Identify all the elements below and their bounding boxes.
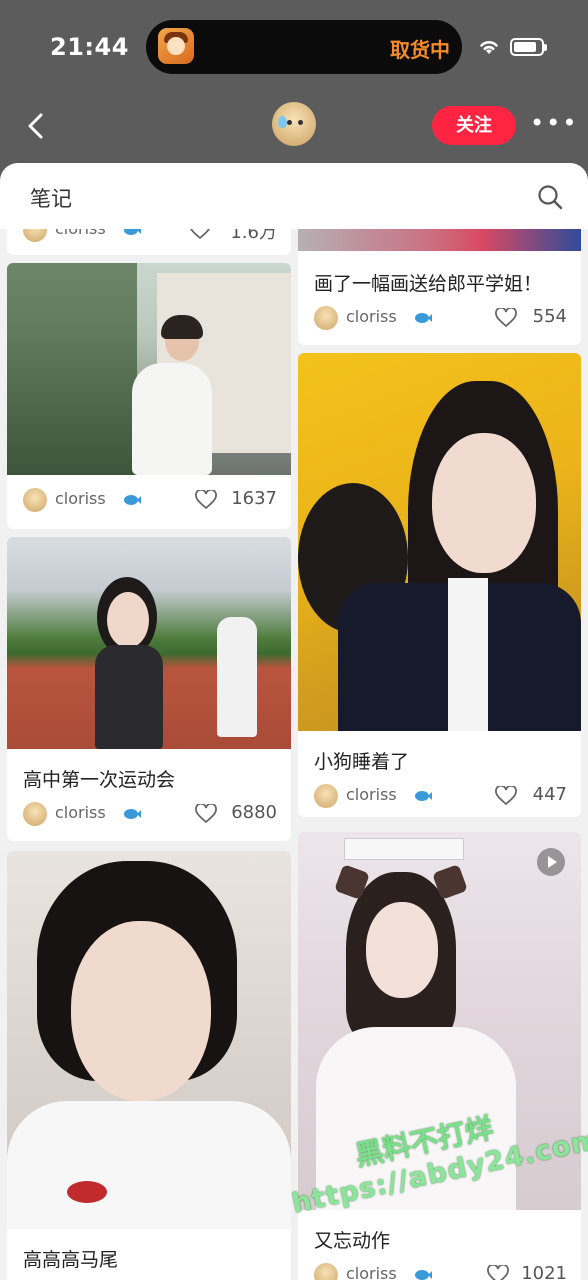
fish-icon — [124, 495, 141, 505]
app-icon[interactable] — [158, 28, 194, 64]
like-count: 6880 — [231, 802, 277, 823]
note-cover-image — [7, 537, 291, 749]
heart-icon[interactable] — [495, 308, 517, 328]
like-count: 1637 — [231, 488, 277, 509]
heart-icon[interactable] — [195, 490, 217, 510]
author-name: cloriss — [346, 1264, 397, 1280]
note-title: 画了一幅画送给郎平学姐！ — [314, 273, 543, 295]
author-name: cloriss — [346, 785, 397, 804]
note-card[interactable]: 又忘动作 cloriss 1021 — [298, 832, 581, 1280]
note-cover-image — [298, 832, 581, 1210]
note-cover-image — [7, 263, 291, 475]
author-avatar — [23, 488, 47, 512]
back-arrow-icon[interactable] — [22, 109, 52, 143]
battery-icon — [510, 38, 547, 56]
heart-icon[interactable] — [195, 804, 217, 824]
author-avatar — [314, 1263, 338, 1280]
author-avatar — [314, 306, 338, 330]
note-cover-image — [7, 851, 291, 1229]
follow-button[interactable]: 关注 — [432, 106, 516, 145]
note-title: 高中第一次运动会 — [23, 769, 176, 791]
note-meta: cloriss 447 — [314, 783, 567, 811]
profile-nav-bar: 关注 ••• — [0, 95, 588, 165]
search-icon[interactable] — [536, 183, 564, 211]
heart-icon[interactable] — [487, 1265, 509, 1280]
profile-avatar[interactable] — [272, 102, 316, 146]
note-title: 高高高马尾 — [23, 1249, 119, 1271]
note-card[interactable]: 高高高马尾 — [7, 851, 291, 1280]
fish-icon — [124, 809, 141, 819]
sheet-title: 笔记 — [30, 187, 72, 211]
author-avatar — [314, 784, 338, 808]
note-meta: cloriss 1021 — [314, 1262, 567, 1280]
clock: 21:44 — [50, 33, 129, 61]
notes-sheet: 笔记 cloriss 1.6万 cloriss 1637 — [0, 163, 588, 1280]
video-play-icon — [537, 848, 565, 876]
sheet-header: 笔记 — [0, 163, 588, 229]
like-count: 447 — [532, 784, 567, 805]
note-card[interactable]: 高中第一次运动会 cloriss 6880 — [7, 537, 291, 841]
heart-icon[interactable] — [495, 786, 517, 806]
fish-icon — [415, 791, 432, 801]
fish-icon — [415, 313, 432, 323]
wifi-icon — [480, 41, 498, 54]
author-name: cloriss — [346, 307, 397, 326]
note-title: 又忘动作 — [314, 1230, 391, 1252]
author-name: cloriss — [55, 489, 106, 508]
note-title: 小狗睡着了 — [314, 751, 410, 773]
note-cover-image — [298, 353, 581, 731]
note-card[interactable]: 小狗睡着了 cloriss 447 — [298, 353, 581, 817]
status-bar: 21:44 取货中 — [0, 0, 588, 95]
author-name: cloriss — [55, 803, 106, 822]
author-avatar — [23, 802, 47, 826]
more-options-icon[interactable]: ••• — [530, 111, 578, 135]
like-count: 1021 — [521, 1263, 567, 1280]
note-card[interactable]: cloriss 1637 — [7, 263, 291, 529]
note-meta: cloriss 554 — [314, 305, 567, 333]
note-meta: cloriss 1637 — [23, 487, 277, 515]
like-count: 554 — [532, 306, 567, 327]
fish-icon — [415, 1270, 432, 1280]
note-meta: cloriss 6880 — [23, 801, 277, 829]
live-activity-status: 取货中 — [390, 38, 450, 62]
